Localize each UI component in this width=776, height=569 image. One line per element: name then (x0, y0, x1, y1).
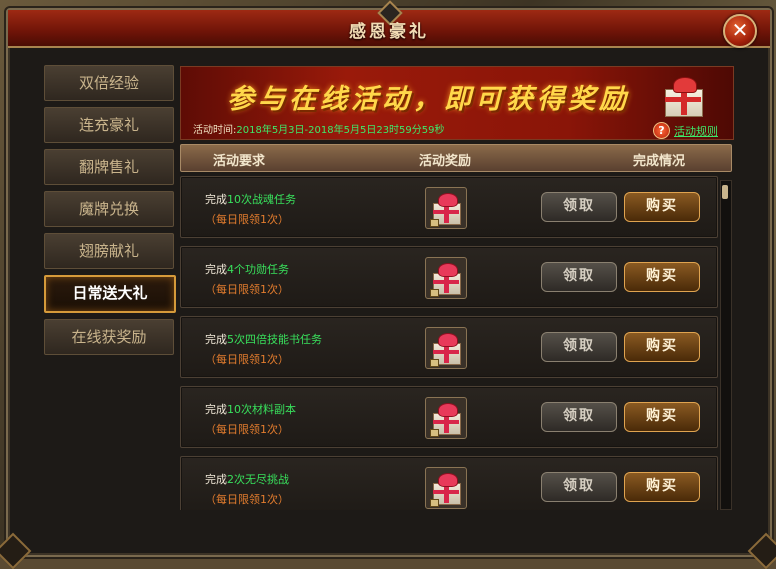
claim-button[interactable]: 领取 (541, 472, 617, 502)
sidebar-item-recharge-gift[interactable]: 连充豪礼 (44, 107, 174, 143)
sidebar: 双倍经验 连充豪礼 翻牌售礼 魔牌兑换 翅膀献礼 日常送大礼 在线获奖励 (44, 65, 176, 361)
task-limit: （每日限领1次） (205, 493, 289, 506)
help-icon: ? (653, 122, 670, 139)
header-status: 完成情况 (633, 154, 686, 169)
task-row: 完成2次无尽挑战 （每日限领1次） 领取 购买 (180, 456, 718, 510)
close-button[interactable]: ✕ (723, 14, 757, 48)
task-limit: （每日限领1次） (205, 423, 289, 436)
sidebar-item-double-exp[interactable]: 双倍经验 (44, 65, 174, 101)
event-time-value: 2018年5月3日-2018年5月5日23时59分59秒 (236, 125, 445, 136)
task-row: 完成5次四倍技能书任务 （每日限领1次） 领取 购买 (180, 316, 718, 378)
task-description: 完成2次无尽挑战 (205, 473, 289, 486)
reward-slot[interactable] (425, 327, 467, 369)
sidebar-item-magic-card-exchange[interactable]: 魔牌兑换 (44, 191, 174, 227)
reward-slot[interactable] (425, 257, 467, 299)
buy-button[interactable]: 购买 (624, 192, 700, 222)
buy-button[interactable]: 购买 (624, 472, 700, 502)
banner-headline: 参与在线活动，即可获得奖励 (227, 84, 630, 115)
task-list: 完成10次战魂任务 （每日限领1次） 领取 购买 完成4个功勋任务 （每日限领1… (180, 176, 718, 510)
gift-box-icon (429, 261, 463, 297)
buy-button[interactable]: 购买 (624, 262, 700, 292)
task-description: 完成10次材料副本 (205, 403, 296, 416)
scrollbar-thumb[interactable] (722, 185, 728, 199)
task-row: 完成4个功勋任务 （每日限领1次） 领取 购买 (180, 246, 718, 308)
title-bar: 感恩豪礼 (8, 0, 770, 48)
sidebar-item-daily-gift[interactable]: 日常送大礼 (44, 275, 176, 313)
list-scrollbar[interactable] (720, 180, 732, 510)
banner-gift-icon (661, 75, 705, 117)
reward-slot[interactable] (425, 187, 467, 229)
gift-box-icon (429, 191, 463, 227)
gift-box-icon (429, 471, 463, 507)
event-time-label: 活动时间: (193, 125, 237, 136)
event-banner: 参与在线活动，即可获得奖励 活动时间:2018年5月3日-2018年5月5日23… (180, 66, 734, 140)
task-limit: （每日限领1次） (205, 353, 289, 366)
sidebar-item-online-reward[interactable]: 在线获奖励 (44, 319, 174, 355)
event-time: 活动时间:2018年5月3日-2018年5月5日23时59分59秒 (193, 121, 445, 136)
task-description: 完成4个功勋任务 (205, 263, 289, 276)
buy-button[interactable]: 购买 (624, 402, 700, 432)
task-limit: （每日限领1次） (205, 213, 289, 226)
header-reward: 活动奖励 (419, 154, 472, 169)
reward-slot[interactable] (425, 467, 467, 509)
reward-slot[interactable] (425, 397, 467, 439)
task-limit: （每日限领1次） (205, 283, 289, 296)
gift-box-icon (429, 401, 463, 437)
claim-button[interactable]: 领取 (541, 332, 617, 362)
task-description: 完成5次四倍技能书任务 (205, 333, 322, 346)
sidebar-item-wing-gift[interactable]: 翅膀献礼 (44, 233, 174, 269)
task-row: 完成10次战魂任务 （每日限领1次） 领取 购买 (180, 176, 718, 238)
rules-link[interactable]: ? 活动规则 (653, 120, 718, 139)
claim-button[interactable]: 领取 (541, 262, 617, 292)
task-row: 完成10次材料副本 （每日限领1次） 领取 购买 (180, 386, 718, 448)
window-title: 感恩豪礼 (349, 22, 429, 42)
claim-button[interactable]: 领取 (541, 402, 617, 432)
corner-ornament (747, 532, 776, 569)
sidebar-item-flip-card-sale[interactable]: 翻牌售礼 (44, 149, 174, 185)
gift-box-icon (429, 331, 463, 367)
header-requirement: 活动要求 (213, 154, 266, 169)
table-header: 活动要求 活动奖励 完成情况 (180, 144, 732, 172)
claim-button[interactable]: 领取 (541, 192, 617, 222)
buy-button[interactable]: 购买 (624, 332, 700, 362)
close-icon: ✕ (731, 18, 749, 42)
rules-link-label: 活动规则 (674, 124, 718, 138)
task-description: 完成10次战魂任务 (205, 193, 296, 206)
